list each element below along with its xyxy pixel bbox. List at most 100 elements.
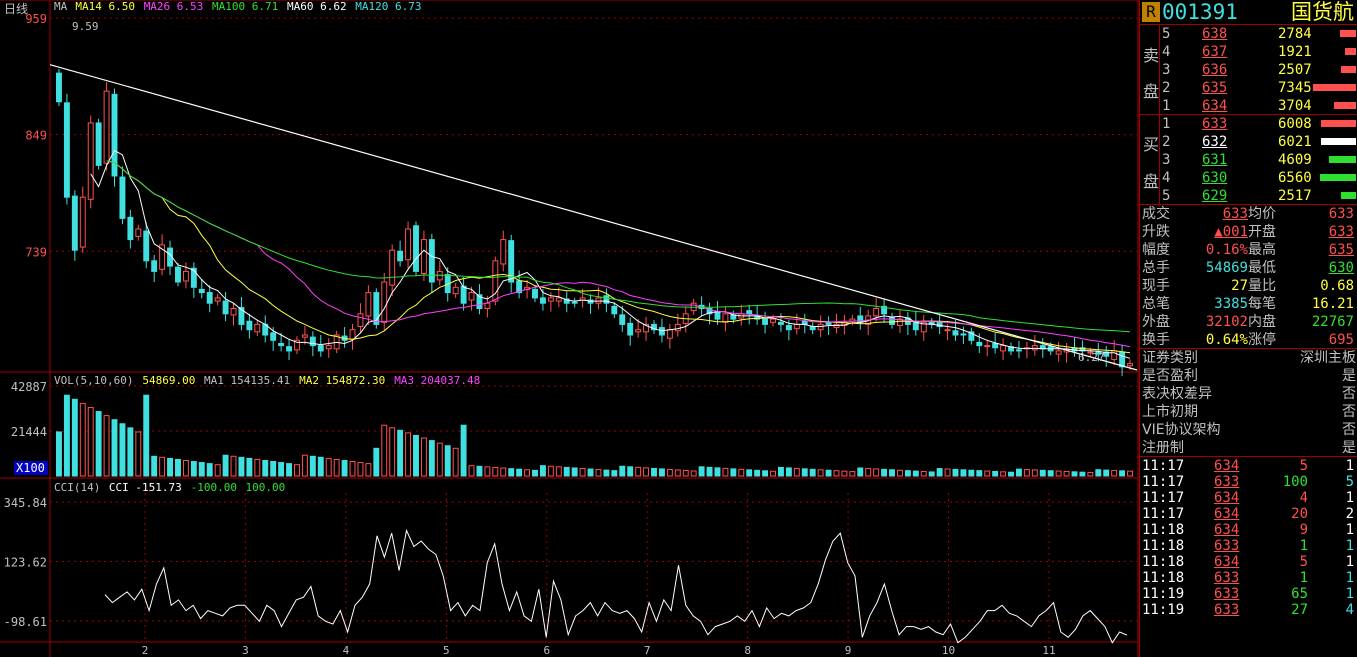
candle-body: [611, 305, 618, 315]
x-axis-label: 4: [343, 644, 350, 657]
volume-bar: [460, 424, 467, 477]
bid-row: 4 630 6560: [1140, 169, 1357, 187]
info-value: 否: [1342, 386, 1356, 402]
volume-bar: [1008, 471, 1014, 477]
volume-bar: [420, 437, 427, 477]
candle-body: [206, 292, 213, 304]
candle-body: [762, 318, 769, 325]
info-label: 是否盈利: [1142, 368, 1198, 384]
volume-bar: [56, 431, 62, 477]
volume-bar: [801, 468, 808, 477]
ask-price: 634: [1202, 98, 1228, 114]
volume-bar: [555, 466, 562, 477]
volume-bar: [230, 455, 237, 477]
bid-bar: [1320, 138, 1356, 145]
volume-bar: [87, 406, 94, 477]
candle-body: [79, 196, 86, 248]
candle-body: [976, 341, 983, 347]
volume-bar: [71, 398, 78, 477]
volume-bar: [222, 454, 229, 477]
candle-body: [182, 270, 189, 282]
volume-bar: [1079, 471, 1086, 477]
info-label: 表决权差异: [1142, 386, 1212, 402]
volume-bar: [770, 470, 776, 477]
volume-bar: [357, 462, 364, 477]
cci-legend-item: -100.00: [191, 481, 237, 494]
ask-price: 637: [1202, 44, 1228, 60]
volume-bar: [785, 467, 792, 477]
volume-bar: [865, 467, 872, 477]
bid-volume: 2517: [1278, 188, 1312, 204]
stat-row: 外盘 32102 内盘 22767: [1140, 313, 1357, 331]
volume-bar: [643, 467, 650, 477]
volume-bar: [1039, 469, 1046, 477]
volume-bar: [484, 466, 491, 477]
volume-bar: [539, 465, 546, 477]
period-label: 日线: [4, 2, 28, 16]
volume-bar: [1103, 469, 1110, 477]
candle-body: [71, 195, 78, 251]
volume-bar: [619, 465, 626, 477]
volume-bar: [516, 468, 523, 477]
ask-bar: [1341, 66, 1356, 73]
volume-bar: [833, 470, 840, 477]
volume-bar: [627, 466, 634, 477]
cci-axis-label: 123.62: [4, 556, 47, 570]
trend-line: [49, 64, 1138, 371]
ask-bar: [1312, 84, 1356, 91]
volume-bar: [968, 469, 975, 477]
candle-body: [1127, 363, 1133, 367]
x-axis-label: 3: [242, 644, 249, 657]
price-axis-label: 959: [25, 12, 47, 26]
volume-bar: [611, 470, 618, 477]
candle-body: [230, 308, 237, 316]
volume-bar: [976, 470, 983, 477]
ask-row: 4 637 1921: [1140, 43, 1357, 61]
ma-legend-item: MA100 6.71: [212, 0, 278, 13]
candle-body: [809, 326, 816, 331]
candle-body: [500, 239, 507, 265]
ask-price: 638: [1202, 26, 1228, 42]
volume-bar: [79, 402, 86, 477]
candle-body: [317, 345, 324, 352]
volume-bar: [63, 394, 70, 477]
volume-bar: [777, 466, 784, 477]
kline-chart[interactable]: 9598497394288721444345.84123.62-98.61X10…: [0, 0, 1139, 657]
volume-bar: [143, 394, 150, 477]
candle-body: [627, 322, 634, 336]
x-axis-label: 11: [1042, 644, 1055, 657]
bid-level: 2: [1162, 134, 1171, 150]
volume-bar: [595, 469, 602, 477]
vol-legend-item: MA2 154872.30: [299, 374, 385, 387]
volume-bar: [571, 467, 578, 477]
tick-row: 11:19 633 27 4: [1140, 601, 1357, 619]
volume-bar: [952, 468, 959, 477]
candle-body: [635, 329, 642, 333]
vol-legend-item: MA3 204037.48: [394, 374, 480, 387]
candle-body: [1000, 345, 1007, 352]
bid-level: 3: [1162, 152, 1171, 168]
info-value: 否: [1342, 404, 1356, 420]
sell-label: 卖: [1143, 46, 1160, 65]
stat-label: 换手: [1142, 332, 1170, 348]
info-label: 上市初期: [1142, 404, 1198, 420]
volume-bar: [206, 463, 213, 477]
volume-bar: [547, 465, 554, 477]
volume-bar: [1071, 471, 1078, 477]
volume-bar: [373, 447, 380, 477]
candle-body: [547, 297, 554, 302]
ask-level: 2: [1162, 80, 1171, 96]
volume-bar: [1047, 470, 1054, 477]
candle-body: [873, 308, 880, 317]
bid-bar: [1320, 120, 1356, 127]
volume-bar: [730, 468, 737, 477]
stat-row: 幅度 0.16% 最高 635: [1140, 241, 1357, 259]
volume-bar: [167, 457, 173, 477]
volume-bar: [405, 432, 412, 477]
candle-body: [309, 336, 316, 347]
volume-bar: [1016, 468, 1022, 477]
candle-body: [817, 323, 824, 331]
volume-bar: [714, 467, 721, 477]
volume-bar: [849, 471, 856, 477]
candle-body: [595, 297, 602, 304]
